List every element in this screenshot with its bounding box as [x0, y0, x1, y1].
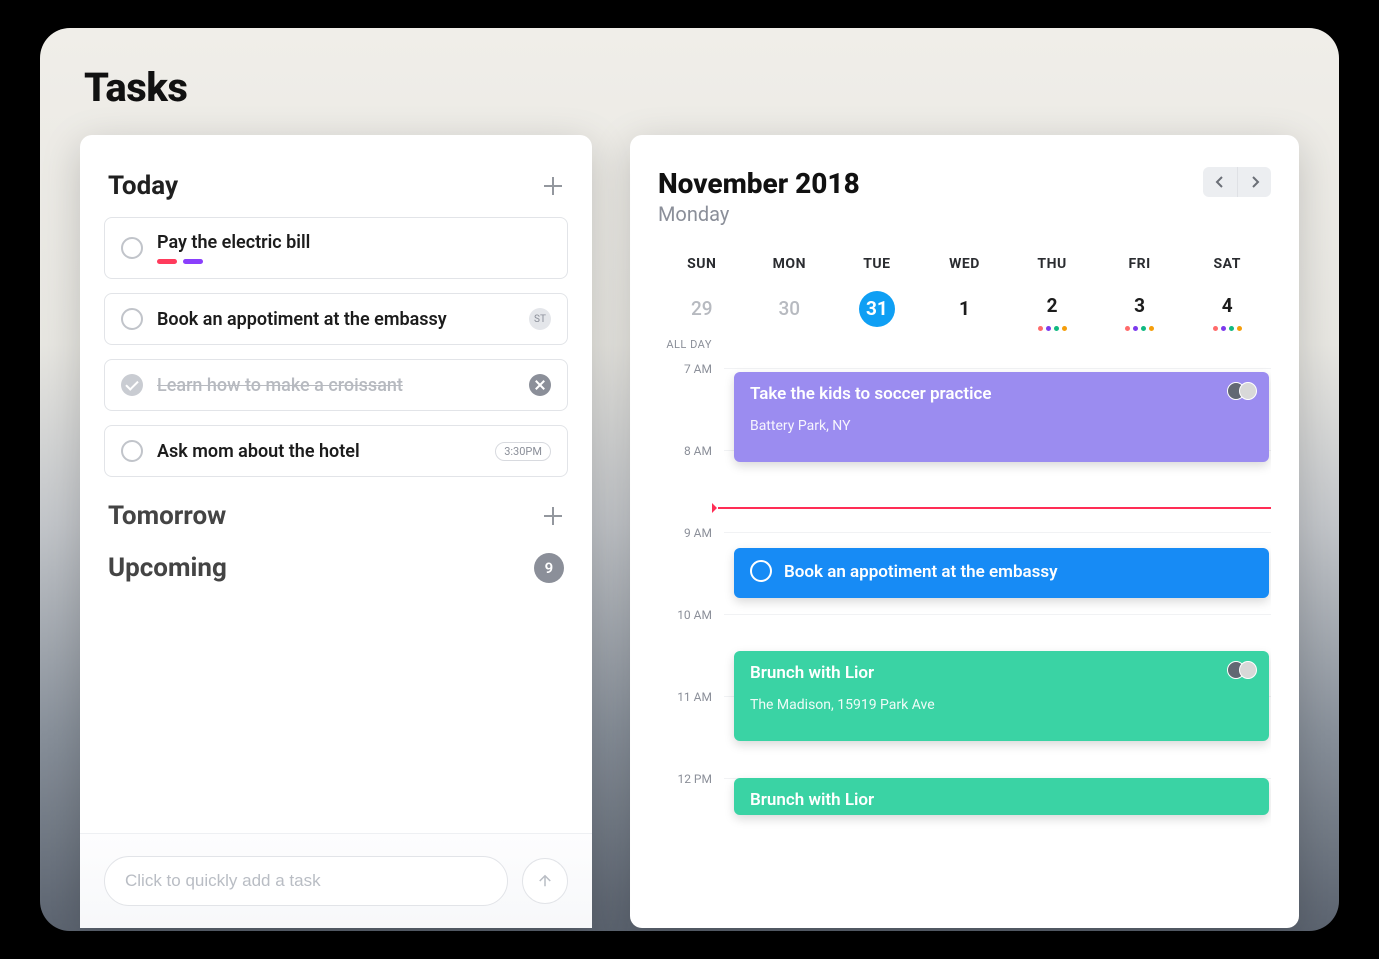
calendar-nav — [1203, 167, 1271, 197]
calendar-hour-label: 9 AM — [658, 526, 724, 540]
all-day-label: ALL DAY — [658, 338, 724, 351]
task-title: Pay the electric bill — [157, 232, 551, 253]
calendar-event-checkbox[interactable] — [750, 560, 772, 582]
calendar-date-cell[interactable]: 29 — [658, 284, 746, 334]
calendar-date-dot — [1038, 326, 1043, 331]
calendar-event-avatars — [1233, 382, 1257, 400]
calendar-dow: FRI — [1096, 256, 1184, 272]
calendar-dow: THU — [1008, 256, 1096, 272]
calendar-date-dot — [1133, 326, 1138, 331]
calendar-date-number: 1 — [946, 291, 982, 327]
quick-add-input[interactable] — [104, 856, 508, 906]
calendar-event-title: Book an appotiment at the embassy — [750, 560, 1253, 582]
calendar-date-cell[interactable]: 2 — [1008, 284, 1096, 334]
chevron-left-icon — [1215, 176, 1225, 188]
calendar-hour-label: 7 AM — [658, 362, 724, 376]
calendar-event[interactable]: Book an appotiment at the embassy — [734, 548, 1269, 597]
task-title: Ask mom about the hotel — [157, 441, 481, 462]
calendar-hour-line — [724, 532, 1271, 533]
calendar-date-cell[interactable]: 1 — [921, 284, 1009, 334]
calendar-date-number: 31 — [859, 291, 895, 327]
calendar-date-dot — [1149, 326, 1154, 331]
calendar-date-dot — [1046, 326, 1051, 331]
calendar-month-title: November 2018 — [658, 167, 860, 200]
calendar-date-cell[interactable]: 3 — [1096, 284, 1184, 334]
calendar-date-dot — [1054, 326, 1059, 331]
task-item[interactable]: Pay the electric bill — [104, 217, 568, 279]
calendar-event-avatars — [1233, 661, 1257, 679]
calendar-date-dot — [1213, 326, 1218, 331]
calendar-hour-line — [724, 368, 1271, 369]
calendar-date-number: 2 — [1034, 288, 1070, 324]
calendar-date-cell[interactable]: 4 — [1183, 284, 1271, 334]
calendar-hour-label: 8 AM — [658, 444, 724, 458]
calendar-date-number: 30 — [771, 291, 807, 327]
calendar-dow: SUN — [658, 256, 746, 272]
calendar-panel: November 2018 Monday SUNMONTUEWEDTHUFRIS… — [630, 135, 1299, 928]
calendar-date-dot — [1141, 326, 1146, 331]
add-task-today-button[interactable] — [542, 175, 564, 197]
page-title: Tasks — [84, 64, 1299, 111]
calendar-next-button[interactable] — [1237, 167, 1271, 197]
calendar-dow: TUE — [833, 256, 921, 272]
calendar-hour-label: 10 AM — [658, 608, 724, 622]
calendar-dow: MON — [746, 256, 834, 272]
calendar-date-dot — [1125, 326, 1130, 331]
task-delete-button[interactable] — [529, 374, 551, 396]
calendar-hour-line — [724, 614, 1271, 615]
task-title: Learn how to make a croissant — [157, 375, 515, 396]
calendar-hour-label: 12 PM — [658, 772, 724, 786]
task-checkbox[interactable] — [121, 440, 143, 462]
calendar-dow: WED — [921, 256, 1009, 272]
section-today-title: Today — [108, 171, 178, 201]
avatar — [1239, 382, 1257, 400]
task-item[interactable]: Ask mom about the hotel 3:30PM — [104, 425, 568, 477]
calendar-event[interactable]: Take the kids to soccer practice Battery … — [734, 372, 1269, 462]
app-window: Tasks Today Pay the electric bill Book an… — [40, 28, 1339, 931]
calendar-event-title: Take the kids to soccer practice — [750, 384, 1253, 404]
calendar-date-number: 4 — [1209, 288, 1245, 324]
chevron-right-icon — [1250, 176, 1260, 188]
task-badge: ST — [529, 308, 551, 330]
section-tomorrow-title: Tomorrow — [108, 501, 226, 531]
calendar-event-location: The Madison, 15919 Park Ave — [750, 697, 1253, 713]
task-title: Book an appotiment at the embassy — [157, 309, 515, 330]
task-item[interactable]: Book an appotiment at the embassy ST — [104, 293, 568, 345]
upcoming-count-badge: 9 — [534, 553, 564, 583]
calendar-event[interactable]: Brunch with Lior — [734, 778, 1269, 815]
calendar-event-location: Battery Park, NY — [750, 418, 1253, 434]
calendar-event-title: Brunch with Lior — [750, 663, 1253, 683]
section-upcoming-title: Upcoming — [108, 553, 227, 583]
calendar-dow: SAT — [1183, 256, 1271, 272]
calendar-date-cell[interactable]: 30 — [746, 284, 834, 334]
calendar-date-number: 3 — [1122, 288, 1158, 324]
calendar-date-dot — [1237, 326, 1242, 331]
task-time-pill: 3:30PM — [495, 442, 551, 461]
task-checkbox[interactable] — [121, 374, 143, 396]
task-tag — [183, 259, 203, 264]
calendar-day-name: Monday — [658, 202, 860, 226]
task-checkbox[interactable] — [121, 308, 143, 330]
calendar-date-cell[interactable]: 31 — [833, 284, 921, 334]
calendar-date-dot — [1062, 326, 1067, 331]
calendar-event[interactable]: Brunch with Lior The Madison, 15919 Park … — [734, 651, 1269, 741]
calendar-date-dot — [1221, 326, 1226, 331]
calendar-prev-button[interactable] — [1203, 167, 1237, 197]
quick-add-submit-button[interactable] — [522, 858, 568, 904]
add-task-tomorrow-button[interactable] — [542, 505, 564, 527]
calendar-event-title: Brunch with Lior — [750, 790, 1253, 810]
tasks-panel: Today Pay the electric bill Book an appot… — [80, 135, 592, 928]
avatar — [1239, 661, 1257, 679]
calendar-hour-label: 11 AM — [658, 690, 724, 704]
task-item[interactable]: Learn how to make a croissant — [104, 359, 568, 411]
task-checkbox[interactable] — [121, 237, 143, 259]
calendar-date-dot — [1229, 326, 1234, 331]
task-tag — [157, 259, 177, 264]
calendar-now-indicator — [718, 507, 1271, 509]
calendar-date-number: 29 — [684, 291, 720, 327]
